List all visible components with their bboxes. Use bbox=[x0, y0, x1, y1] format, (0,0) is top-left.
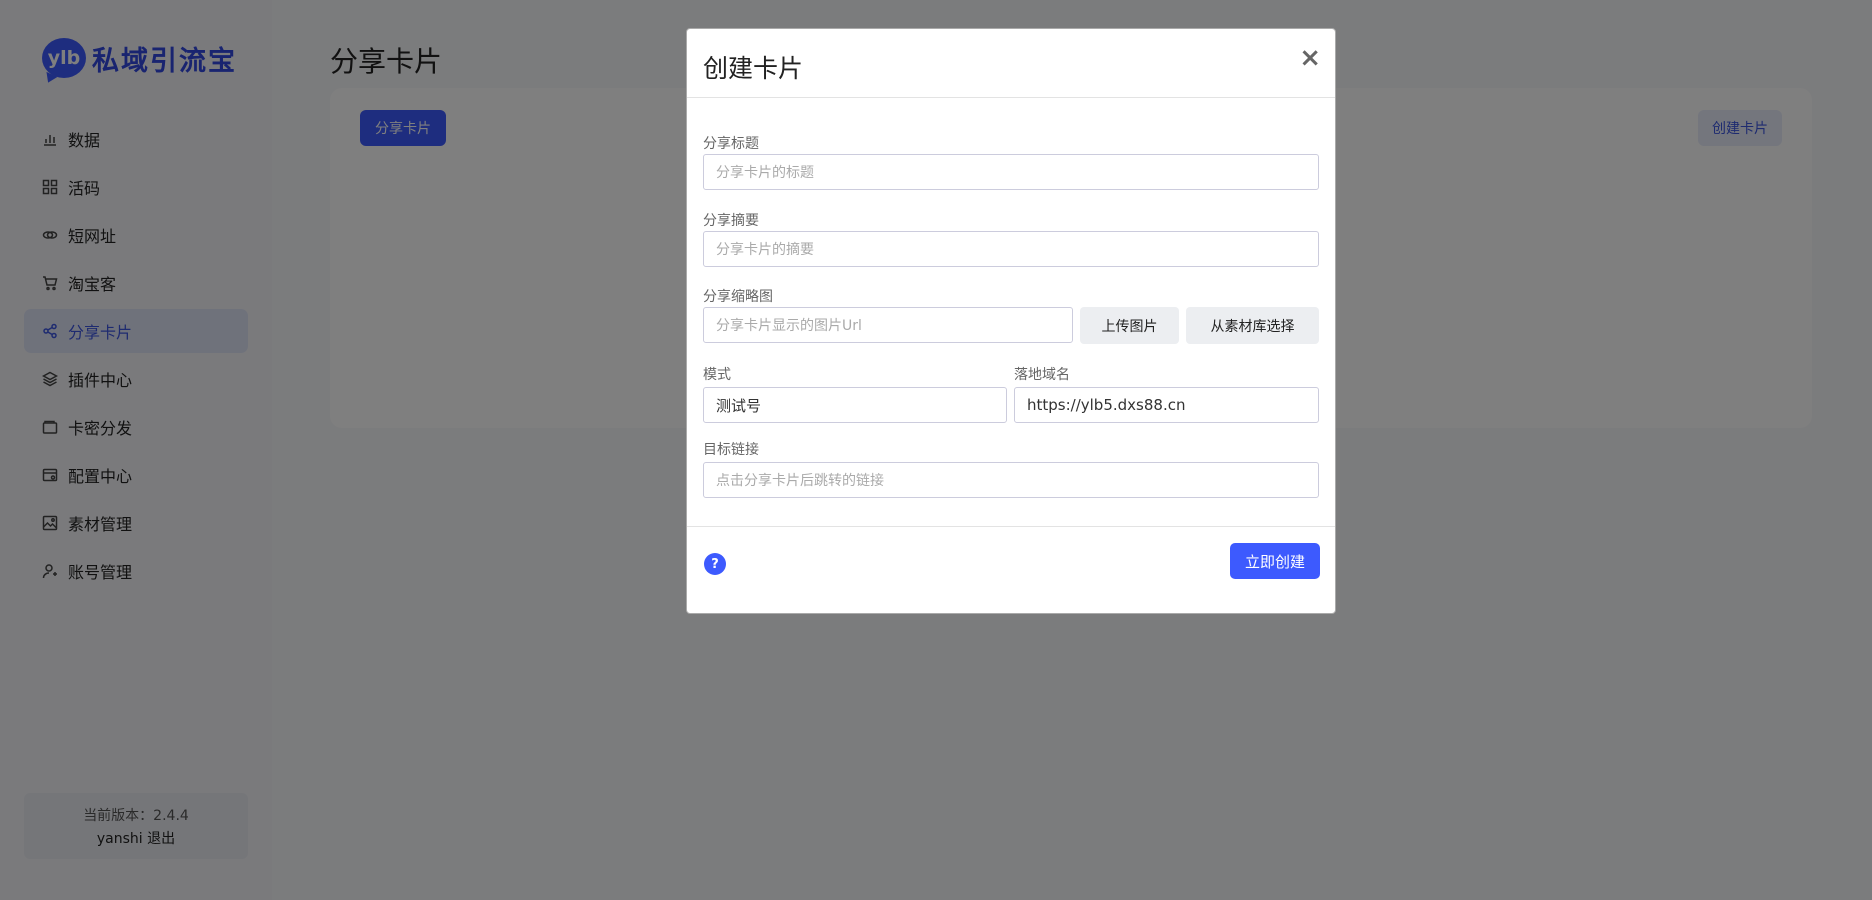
domain-select[interactable]: https://ylb5.dxs88.cn bbox=[1014, 387, 1319, 423]
upload-image-button[interactable]: 上传图片 bbox=[1080, 307, 1179, 344]
choose-from-library-button[interactable]: 从素材库选择 bbox=[1186, 307, 1319, 344]
domain-label: 落地域名 bbox=[1014, 367, 1070, 383]
share-summary-input[interactable]: 分享卡片的摘要 bbox=[703, 231, 1319, 267]
share-title-label: 分享标题 bbox=[703, 136, 759, 152]
share-title-input[interactable]: 分享卡片的标题 bbox=[703, 154, 1319, 190]
modal-footer: ? 立即创建 bbox=[687, 526, 1335, 614]
mode-label: 模式 bbox=[703, 367, 731, 383]
help-icon[interactable]: ? bbox=[704, 553, 726, 575]
modal-header: 创建卡片 × bbox=[687, 29, 1335, 98]
target-link-label: 目标链接 bbox=[703, 442, 759, 458]
close-icon[interactable]: × bbox=[1299, 43, 1321, 73]
modal-title: 创建卡片 bbox=[703, 54, 804, 83]
create-now-button[interactable]: 立即创建 bbox=[1229, 543, 1320, 579]
target-link-input[interactable]: 点击分享卡片后跳转的链接 bbox=[703, 462, 1319, 498]
create-card-modal: 创建卡片 × 分享标题 分享卡片的标题 分享摘要 分享卡片的摘要 分享缩略图 分… bbox=[686, 28, 1336, 614]
share-summary-label: 分享摘要 bbox=[703, 213, 759, 229]
thumbnail-label: 分享缩略图 bbox=[703, 289, 773, 305]
mode-select[interactable]: 测试号 bbox=[703, 387, 1007, 423]
thumbnail-url-input[interactable]: 分享卡片显示的图片Url bbox=[703, 307, 1073, 343]
